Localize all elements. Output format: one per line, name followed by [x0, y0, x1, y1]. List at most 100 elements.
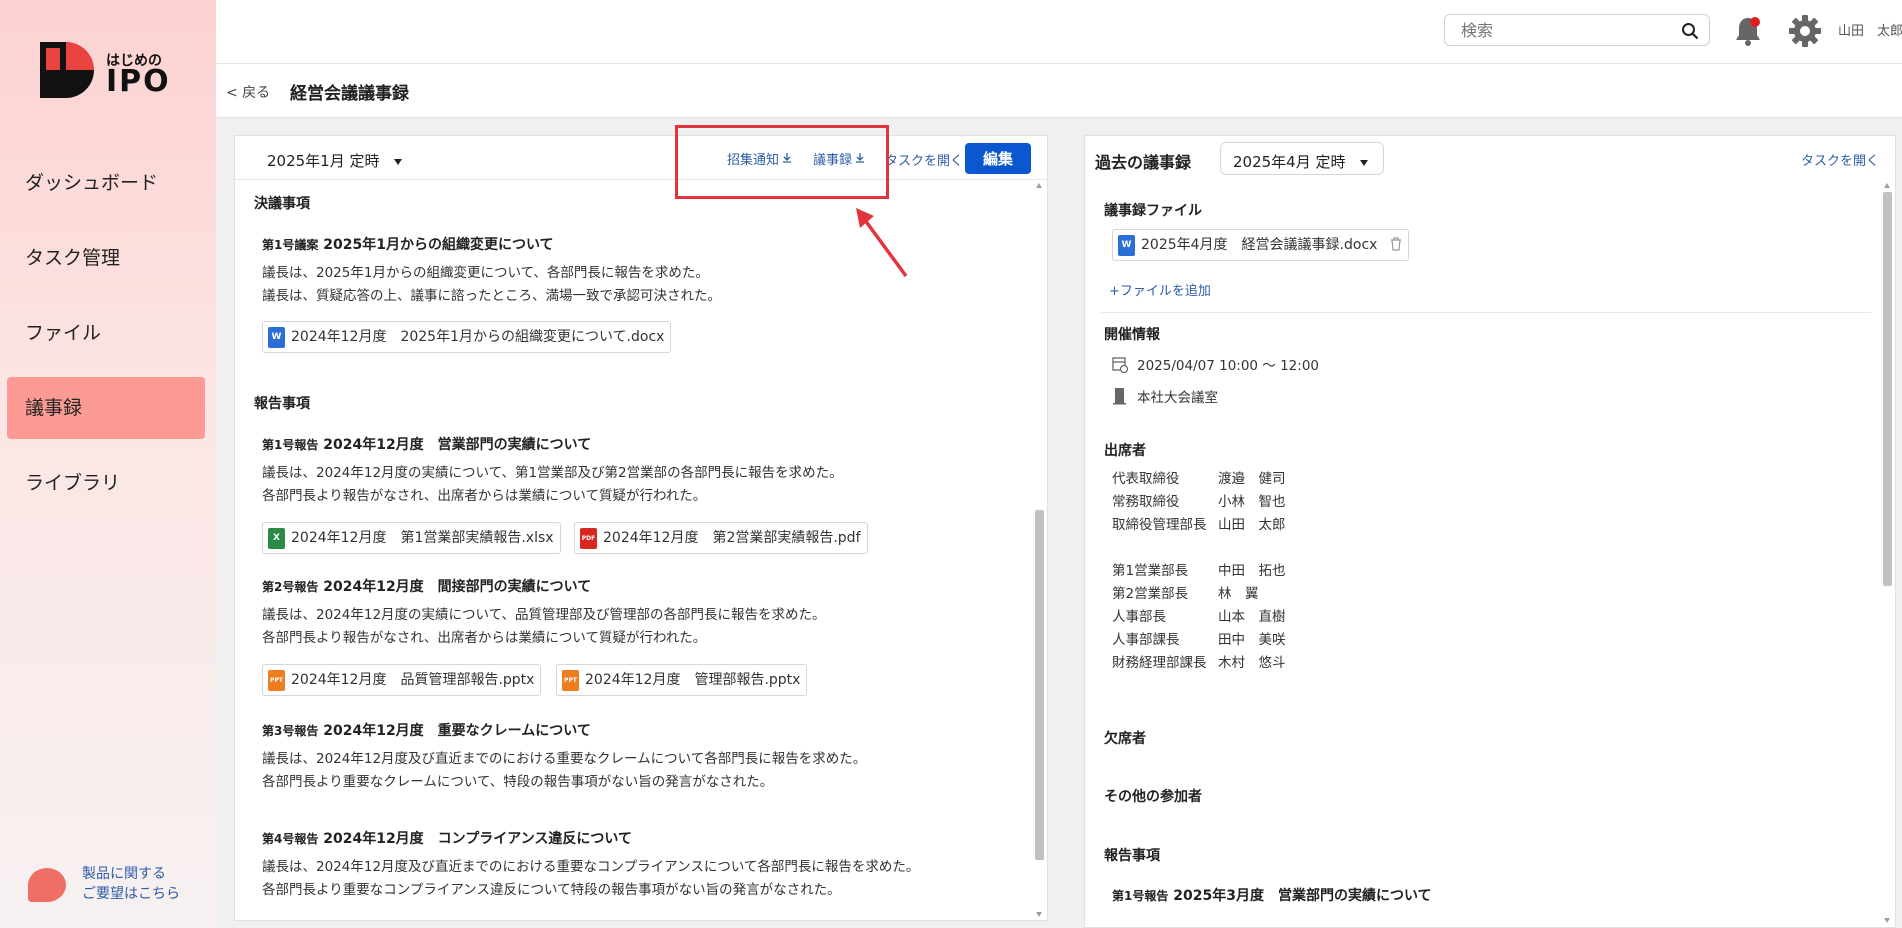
report-2-prefix: 第2号報告 [262, 580, 319, 594]
file-name: 2025年4月度 経営会議議事録.docx [1141, 237, 1378, 253]
sidebar-item-files[interactable]: ファイル [7, 302, 205, 364]
attendee-role: 第2営業部長 [1112, 586, 1189, 602]
report-4-body: 議長は、2024年12月度及び直近までのにおける重要なコンプライアンスについて各… [262, 856, 919, 902]
back-link[interactable]: < 戻る [226, 82, 270, 102]
report-1-body: 議長は、2024年12月度の実績について、第1営業部及び第2営業部の各部門長に報… [262, 462, 843, 508]
attendees-list: 代表取締役 渡邉 健司 常務取締役 小林 智也 取締役管理部長 山田 太郎 第1営業部… [1112, 468, 1332, 688]
meeting-location: 本社大会議室 [1137, 390, 1218, 406]
sidebar-item-tasks[interactable]: タスク管理 [7, 227, 205, 289]
reports-heading: 報告事項 [254, 396, 310, 412]
minutes-toolbar: 2025年1月 定時 招集通知 議事録 タスクを開く 編集 [235, 136, 1047, 180]
absentees-heading: 欠席者 [1104, 731, 1146, 747]
highlight-annotation-box [675, 125, 889, 199]
past-meeting-select-inner: 2025年4月 定時 [1233, 151, 1368, 172]
attendee-name: 林 翼 [1218, 586, 1259, 602]
meeting-select[interactable]: 2025年1月 定時 [267, 150, 402, 171]
search-icon[interactable] [1681, 22, 1699, 40]
past-report-1-title-text: 2025年3月度 営業部門の実績について [1173, 888, 1432, 904]
divider [1101, 312, 1871, 313]
app-logo[interactable]: はじめの IPO [38, 40, 178, 104]
scroll-up-icon[interactable] [1884, 183, 1890, 188]
report-3-title-text: 2024年12月度 重要なクレームについて [323, 723, 591, 739]
excel-file-icon: X [268, 528, 285, 549]
notification-bell-icon[interactable] [1732, 14, 1764, 48]
report-4-title: 第4号報告 2024年12月度 コンプライアンス違反について [262, 828, 632, 848]
attendees-heading: 出席者 [1104, 443, 1146, 459]
sidebar-nav: ダッシュボード タスク管理 ファイル 議事録 ライブラリ [7, 152, 205, 527]
right-scrollbar[interactable] [1881, 180, 1893, 926]
attendee-name: 山田 太郎 [1218, 517, 1286, 533]
attendee-name: 山本 直樹 [1218, 609, 1286, 625]
past-report-1-prefix: 第1号報告 [1112, 889, 1169, 903]
past-minutes-title: 過去の議事録 [1095, 153, 1192, 172]
past-meeting-select[interactable]: 2025年4月 定時 [1220, 142, 1384, 175]
file-chip[interactable]: X 2024年12月度 第1営業部実績報告.xlsx [262, 522, 561, 554]
settings-gear-icon[interactable] [1788, 14, 1822, 48]
file-chip[interactable]: PPT 2024年12月度 管理部報告.pptx [556, 664, 808, 696]
resolution-1-prefix: 第1号議案 [262, 238, 319, 252]
other-participants-heading: その他の参加者 [1104, 789, 1202, 805]
resolution-1-title: 第1号議案 2025年1月からの組織変更について [262, 234, 554, 254]
file-chip[interactable]: W 2025年4月度 経営会議議事録.docx [1112, 229, 1409, 261]
feedback-link[interactable]: 製品に関する ご要望はこちら [28, 862, 198, 906]
attendee-name: 木村 悠斗 [1218, 655, 1286, 671]
report-1-line-1: 議長は、2024年12月度の実績について、第1営業部及び第2営業部の各部門長に報… [262, 465, 843, 481]
report-1-line-2: 各部門長より報告がなされ、出席者からは業績について質疑が行われた。 [262, 488, 707, 504]
report-1-prefix: 第1号報告 [262, 438, 319, 452]
scroll-down-icon[interactable] [1884, 918, 1890, 923]
report-2-line-1: 議長は、2024年12月度の実績について、品質管理部及び管理部の各部門長に報告を… [262, 607, 826, 623]
resolution-1-title-text: 2025年1月からの組織変更について [323, 237, 554, 253]
annotation-arrow-icon [856, 208, 908, 278]
file-chip[interactable]: W 2024年12月度 2025年1月からの組織変更について.docx [262, 321, 672, 353]
caret-down-icon [393, 158, 402, 165]
sidebar-item-library[interactable]: ライブラリ [7, 452, 205, 514]
report-3-title: 第3号報告 2024年12月度 重要なクレームについて [262, 720, 591, 740]
user-name[interactable]: 山田 太郎 [1838, 20, 1902, 39]
report-2-body: 議長は、2024年12月度の実績について、品質管理部及び管理部の各部門長に報告を… [262, 604, 825, 650]
report-2-title-text: 2024年12月度 間接部門の実績について [323, 579, 592, 595]
breadcrumb: < 戻る 経営会議議事録 [216, 64, 1902, 118]
search-box[interactable] [1444, 14, 1710, 46]
minutes-detail-panel: 2025年1月 定時 招集通知 議事録 タスクを開く 編集 決議事項 第1号議案… [234, 135, 1048, 921]
logo-text-main: IPO [106, 64, 171, 99]
past-report-1-title: 第1号報告 2025年3月度 営業部門の実績について [1112, 885, 1432, 905]
attendee-name: 渡邉 健司 [1218, 471, 1286, 487]
scrollbar-thumb[interactable] [1035, 510, 1044, 860]
door-icon [1113, 388, 1126, 405]
scroll-up-icon[interactable] [1036, 183, 1042, 188]
attendee-role: 常務取締役 [1112, 494, 1180, 510]
logo-mark-icon [40, 42, 94, 98]
file-chip[interactable]: PPT 2024年12月度 品質管理部報告.pptx [262, 664, 542, 696]
open-tasks-link[interactable]: タスクを開く [885, 150, 963, 169]
sidebar-item-minutes[interactable]: 議事録 [7, 377, 205, 439]
word-file-icon: W [1118, 235, 1135, 256]
past-open-tasks-link[interactable]: タスクを開く [1801, 150, 1879, 169]
left-scrollbar[interactable] [1033, 180, 1045, 920]
trash-icon[interactable] [1390, 237, 1402, 251]
calendar-icon [1112, 357, 1128, 373]
resolutions-heading: 決議事項 [254, 196, 310, 212]
add-file-link[interactable]: +ファイルを追加 [1109, 280, 1211, 299]
scrollbar-thumb[interactable] [1883, 192, 1892, 586]
edit-button[interactable]: 編集 [965, 143, 1031, 174]
feedback-line1: 製品に関する [82, 866, 166, 882]
resolution-1-line-1: 議長は、2025年1月からの組織変更について、各部門長に報告を求めた。 [262, 265, 709, 281]
attendee-role: 第1営業部長 [1112, 563, 1189, 579]
file-name: 2024年12月度 2025年1月からの組織変更について.docx [291, 329, 665, 345]
powerpoint-file-icon: PPT [562, 670, 579, 691]
file-name: 2024年12月度 管理部報告.pptx [585, 672, 801, 688]
file-chip[interactable]: PDF 2024年12月度 第2営業部実績報告.pdf [574, 522, 868, 554]
report-4-line-2: 各部門長より重要なコンプライアンス違反について特段の報告事項がない旨の発言がなさ… [262, 882, 841, 898]
resolution-1-line-2: 議長は、質疑応答の上、議事に諮ったところ、満場一致で承認可決された。 [262, 288, 721, 304]
report-1-title: 第1号報告 2024年12月度 営業部門の実績について [262, 434, 591, 454]
powerpoint-file-icon: PPT [268, 670, 285, 691]
sidebar-item-dashboard[interactable]: ダッシュボード [7, 152, 205, 214]
report-4-prefix: 第4号報告 [262, 832, 319, 846]
past-reports-heading: 報告事項 [1104, 848, 1160, 864]
search-input[interactable] [1461, 21, 1661, 40]
word-file-icon: W [268, 327, 285, 348]
report-1-title-text: 2024年12月度 営業部門の実績について [323, 437, 592, 453]
attendee-name: 田中 美咲 [1218, 632, 1286, 648]
attendee-name: 小林 智也 [1218, 494, 1286, 510]
scroll-down-icon[interactable] [1036, 912, 1042, 917]
